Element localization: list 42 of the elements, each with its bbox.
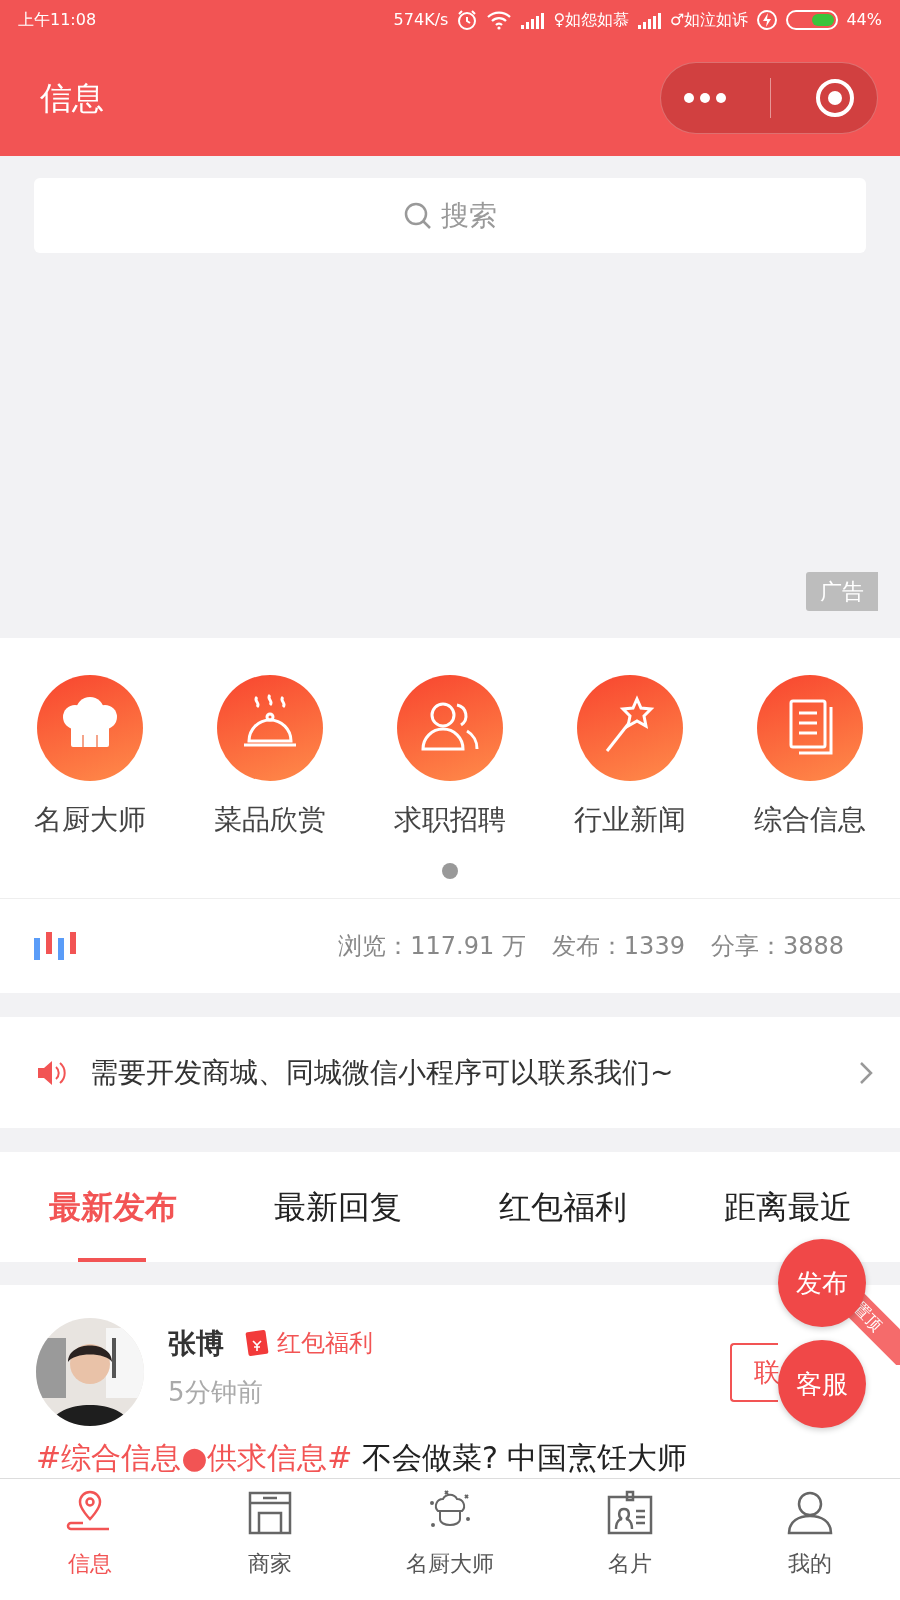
more-icon[interactable] bbox=[682, 92, 727, 104]
category-label[interactable]: 名厨大师 bbox=[34, 799, 146, 841]
nav-tab[interactable]: 商家 bbox=[180, 1479, 360, 1600]
page-dot[interactable] bbox=[442, 863, 458, 879]
bar-chart-icon bbox=[34, 932, 76, 960]
nav-icon bbox=[605, 1489, 655, 1537]
post-tag: 红包福利 bbox=[277, 1325, 373, 1361]
user-name: 张博 bbox=[168, 1326, 224, 1362]
chevron-icon bbox=[858, 1059, 874, 1086]
speaker-icon bbox=[36, 1058, 66, 1087]
category-label[interactable]: 行业新闻 bbox=[574, 799, 686, 841]
carrier-name: ♂如泣如诉 bbox=[670, 9, 749, 31]
ad-label: 广告 bbox=[806, 572, 878, 611]
charging-icon bbox=[756, 9, 779, 31]
feed-tab[interactable]: 红包福利 bbox=[450, 1152, 675, 1262]
network-speed: 574K/s bbox=[393, 9, 449, 31]
envelope-icon bbox=[245, 1329, 269, 1357]
nav-icon bbox=[785, 1489, 835, 1537]
wifi-icon bbox=[486, 10, 513, 30]
status-time: 上午11:08 bbox=[18, 9, 97, 31]
notice-bar[interactable]: 需要开发商城、同城微信小程序可以联系我们~ bbox=[0, 1017, 900, 1128]
post-time: 5分钟前 bbox=[168, 1376, 263, 1409]
category-label[interactable]: 菜品欣赏 bbox=[214, 799, 326, 841]
alarm-icon bbox=[456, 9, 479, 31]
category-label[interactable]: 综合信息 bbox=[754, 799, 866, 841]
notice-text: 需要开发商城、同城微信小程序可以联系我们~ bbox=[90, 1054, 674, 1091]
battery-percent: 44% bbox=[846, 9, 882, 31]
nav-tab[interactable]: 名片 bbox=[540, 1479, 720, 1600]
stat-text: 浏览：117.91 万 bbox=[338, 931, 526, 962]
search-icon bbox=[403, 200, 433, 231]
feed-tab[interactable]: 最新回复 bbox=[225, 1152, 450, 1262]
stat-text: 分享：3888 bbox=[710, 931, 844, 962]
carrier-name: ♀如怨如慕 bbox=[553, 9, 630, 31]
battery-icon bbox=[786, 10, 839, 30]
nav-tab[interactable]: 我的 bbox=[720, 1479, 900, 1600]
post-text: #综合信息●供求信息# 不会做菜? 中国烹饪大师 bbox=[36, 1439, 688, 1477]
nav-tab[interactable]: 名厨大师 bbox=[360, 1479, 540, 1600]
signal-icon bbox=[520, 11, 546, 29]
signal-icon bbox=[637, 11, 663, 29]
stat-text: 发布：1339 bbox=[551, 931, 685, 962]
category-label[interactable]: 求职招聘 bbox=[394, 799, 506, 841]
page-title: 信息 bbox=[40, 78, 104, 119]
